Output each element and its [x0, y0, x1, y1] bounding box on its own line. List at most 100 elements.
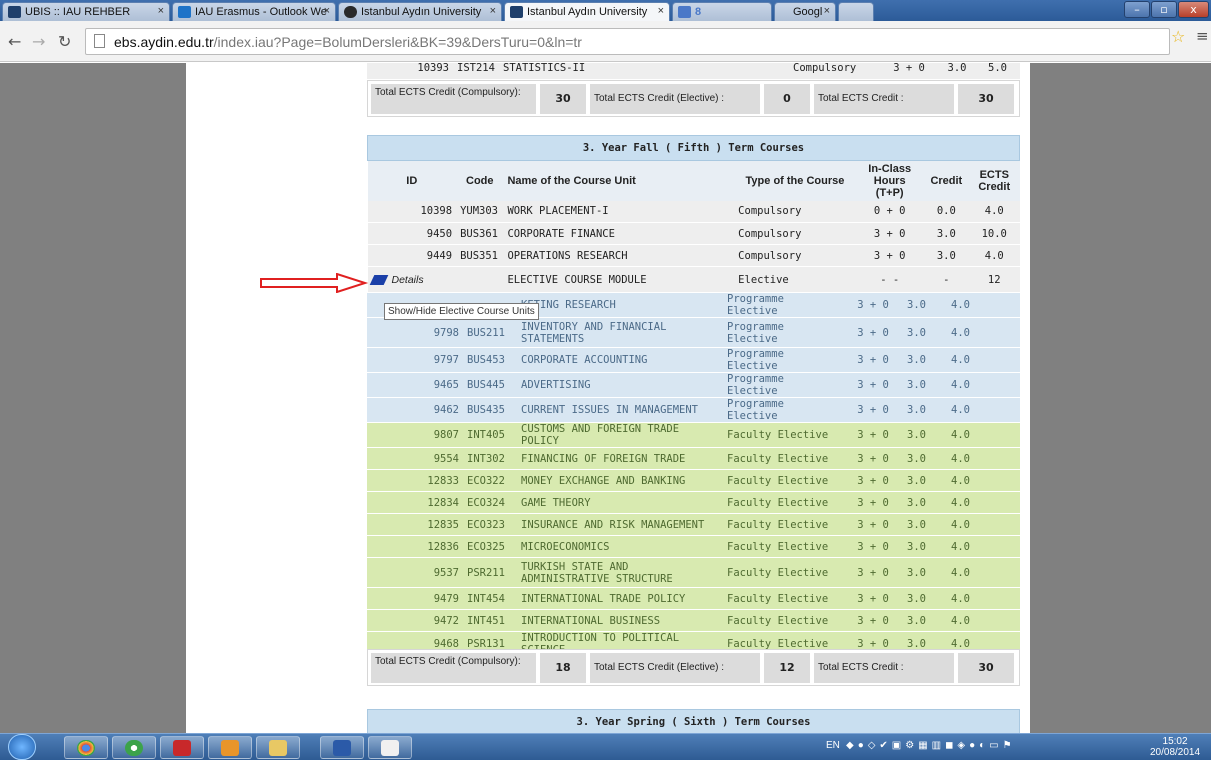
course-name: INTERNATIONAL TRADE POLICY — [517, 587, 723, 610]
course-name: TURKISH STATE AND ADMINISTRATIVE STRUCTU… — [517, 557, 723, 588]
system-tray-icons[interactable]: ◆●◇✔▣⚙▦▥◼◈●◐▭⚑ — [846, 740, 1016, 751]
course-id: 9472 — [367, 609, 463, 632]
forward-arrow-icon[interactable]: → — [32, 32, 45, 51]
tab-title: Istanbul Aydın University — [527, 6, 648, 18]
table-row: 9479 INT454 INTERNATIONAL TRADE POLICY F… — [367, 587, 1020, 610]
course-hours: 3 + 0 — [843, 293, 903, 318]
new-tab-button[interactable] — [838, 2, 874, 21]
taskbar-browser[interactable] — [112, 736, 156, 759]
course-name: INSURANCE AND RISK MANAGEMENT — [517, 513, 723, 536]
course-ects: 4.0 — [968, 200, 1020, 223]
taskbar-outlook[interactable] — [208, 736, 252, 759]
course-code: INT454 — [463, 587, 517, 610]
total-elective-value: 0 — [764, 84, 810, 114]
browser-tab[interactable]: 8 — [672, 2, 772, 21]
course-type: Faculty Elective — [723, 535, 843, 558]
details-toggle[interactable]: Details — [367, 266, 504, 293]
browser-tab-active[interactable]: Istanbul Aydın University × — [504, 2, 670, 21]
taskbar-acrobat[interactable] — [160, 736, 204, 759]
details-link[interactable]: Details — [392, 274, 424, 286]
browser-tab[interactable]: IAU Erasmus - Outlook We × — [172, 2, 336, 21]
browser-tab[interactable]: Istanbul Aydın University × — [338, 2, 502, 21]
course-ects: 4.0 — [947, 535, 1020, 558]
table-row: 9537 PSR211 TURKISH STATE AND ADMINISTRA… — [367, 557, 1020, 588]
word-icon — [333, 740, 351, 756]
course-ects: 5.0 — [975, 63, 1020, 80]
course-type: Compulsory — [734, 244, 856, 267]
clock[interactable]: 15:02 20/08/2014 — [1150, 736, 1200, 758]
language-indicator[interactable]: EN — [826, 740, 840, 751]
address-bar[interactable]: ebs.aydin.edu.tr/index.iau?Page=BolumDer… — [85, 28, 1170, 55]
start-button[interactable] — [8, 734, 36, 760]
close-tab-icon[interactable]: × — [490, 5, 496, 17]
course-ects: 4.0 — [947, 491, 1020, 514]
course-hours: 3 + 0 — [843, 609, 903, 632]
total-value: 30 — [958, 653, 1014, 683]
tab-title: UBIS :: IAU REHBER — [25, 6, 131, 18]
course-hours: 0 + 0 — [855, 200, 924, 223]
reload-icon[interactable]: ↻ — [58, 32, 71, 51]
course-hours: - - — [855, 266, 924, 293]
total-compulsory-label: Total ECTS Credit (Compulsory): — [371, 84, 536, 114]
course-code: INT302 — [463, 447, 517, 470]
course-credit: 3.0 — [923, 222, 969, 245]
close-tab-icon[interactable]: × — [824, 5, 830, 17]
menu-icon[interactable]: ≡ — [1196, 27, 1209, 45]
taskbar-word[interactable] — [320, 736, 364, 759]
close-window-icon[interactable]: x — [1178, 1, 1209, 18]
course-id: 12835 — [367, 513, 463, 536]
course-ects: 4.0 — [947, 609, 1020, 632]
course-id: 10393 — [367, 63, 453, 80]
close-tab-icon[interactable]: × — [158, 5, 164, 17]
course-name: ELECTIVE COURSE MODULE — [503, 266, 735, 293]
taskbar-explorer[interactable] — [256, 736, 300, 759]
course-hours: 3 + 0 — [843, 317, 903, 348]
course-hours: 3 + 0 — [843, 422, 903, 448]
column-header: Code — [456, 160, 504, 201]
bookmark-star-icon[interactable]: ☆ — [1171, 27, 1185, 46]
browser-tab[interactable]: UBIS :: IAU REHBER × — [2, 2, 170, 21]
course-credit: 3.0 — [903, 535, 947, 558]
table-row: 9449 BUS351 OPERATIONS RESEARCH Compulso… — [367, 244, 1020, 267]
url-text: ebs.aydin.edu.tr/index.iau?Page=BolumDer… — [114, 34, 582, 50]
taskbar-paint[interactable] — [368, 736, 412, 759]
tab-title: 8 — [695, 6, 702, 18]
course-code: ECO322 — [463, 469, 517, 492]
course-name: MONEY EXCHANGE AND BANKING — [517, 469, 723, 492]
course-code: BUS351 — [456, 244, 504, 267]
course-id: 9807 — [367, 422, 463, 448]
windows-taskbar: EN ◆●◇✔▣⚙▦▥◼◈●◐▭⚑ 15:02 20/08/2014 — [0, 733, 1211, 760]
maximize-icon[interactable]: ▫ — [1151, 1, 1177, 18]
course-type: Faculty Elective — [723, 447, 843, 470]
outlook-icon — [178, 6, 191, 18]
total-value: 30 — [958, 84, 1014, 114]
page-viewport: 10393 IST214 STATISTICS-II Compulsory 3 … — [0, 63, 1211, 733]
course-id: 9479 — [367, 587, 463, 610]
course-name: WORK PLACEMENT-I — [503, 200, 735, 223]
total-compulsory-value: 18 — [540, 653, 586, 683]
course-hours: 3 + 0 — [879, 63, 939, 80]
browser-tab[interactable]: Googl × — [774, 2, 836, 21]
back-arrow-icon[interactable]: ← — [8, 32, 21, 51]
table-row: 9798 BUS211 INVENTORY AND FINANCIAL STAT… — [367, 317, 1020, 348]
column-header: Type of the Course — [734, 160, 856, 201]
close-tab-icon[interactable]: × — [324, 5, 330, 17]
tab-title: Googl — [793, 6, 823, 18]
total-elective-label: Total ECTS Credit (Elective) : — [590, 84, 760, 114]
taskbar-chrome[interactable] — [64, 736, 108, 759]
course-hours: 3 + 0 — [843, 557, 903, 588]
column-header: ID — [367, 160, 457, 201]
book-icon[interactable] — [369, 274, 388, 285]
course-ects: 4.0 — [947, 469, 1020, 492]
table-row: 9797 BUS453 CORPORATE ACCOUNTING Program… — [367, 347, 1020, 373]
table-header-row: ID Code Name of the Course Unit Type of … — [367, 160, 1020, 201]
site-favicon-icon — [344, 6, 357, 18]
course-code: BUS445 — [463, 372, 517, 398]
browser-icon — [125, 740, 143, 756]
course-ects: 12 — [968, 266, 1020, 293]
section-title: 3. Year Fall ( Fifth ) Term Courses — [367, 135, 1020, 161]
course-ects: 4.0 — [947, 293, 1020, 318]
minimize-icon[interactable]: – — [1124, 1, 1150, 18]
course-name: ADVERTISING — [517, 372, 723, 398]
close-tab-icon[interactable]: × — [658, 5, 664, 17]
